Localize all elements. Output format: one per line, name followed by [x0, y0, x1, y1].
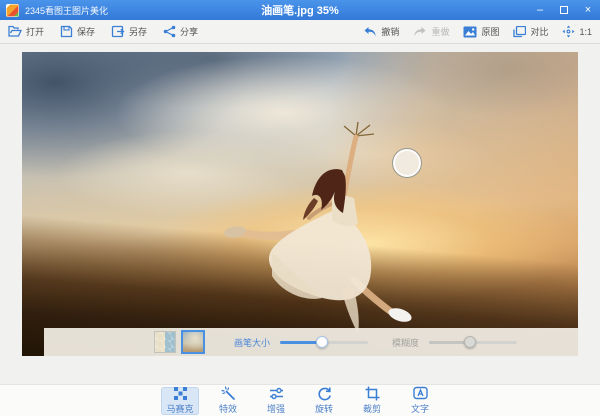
app-window: 2345看图王图片美化 油画笔.jpg 35% – × 打开 保存 另存 分享 [0, 0, 600, 416]
blur-amount-group: 模糊度 [392, 336, 517, 349]
zoom-actual-size-button[interactable]: 1:1 [562, 25, 592, 38]
brush-size-group: 画笔大小 [234, 336, 368, 349]
original-image-icon [463, 26, 477, 38]
rotate-icon [317, 386, 332, 401]
tab-rotate[interactable]: 旋转 [305, 387, 343, 415]
maximize-button[interactable] [552, 0, 576, 20]
dancer-figure [22, 52, 578, 356]
close-button[interactable]: × [576, 0, 600, 20]
toolbar-right-group: 撤销 重做 原图 对比 1:1 [349, 25, 592, 38]
tab-mosaic[interactable]: 马赛克 [161, 387, 199, 415]
tab-rotate-label: 旋转 [315, 402, 333, 415]
compare-windows-icon [513, 26, 526, 38]
blur-amount-label: 模糊度 [392, 336, 419, 349]
photo-oil-painting[interactable]: 画笔大小 模糊度 [22, 52, 578, 356]
brush-size-slider[interactable] [280, 341, 368, 344]
folder-open-icon [8, 25, 22, 38]
share-button[interactable]: 分享 [163, 25, 198, 38]
crop-icon [365, 386, 380, 401]
magic-wand-icon [221, 386, 236, 401]
undo-label: 撤销 [381, 25, 399, 38]
redo-button[interactable]: 重做 [413, 25, 449, 38]
original-label: 原图 [481, 25, 499, 38]
blur-amount-slider [429, 341, 517, 344]
tab-crop[interactable]: 裁剪 [353, 387, 391, 415]
mosaic-brush-cursor[interactable] [392, 148, 422, 178]
compare-button[interactable]: 对比 [513, 25, 548, 38]
tab-effects-label: 特效 [219, 402, 237, 415]
redo-label: 重做 [431, 25, 449, 38]
share-icon [163, 25, 176, 38]
save-as-button[interactable]: 另存 [111, 25, 147, 38]
brush-size-label: 画笔大小 [234, 336, 270, 349]
tab-text-label: 文字 [411, 402, 429, 415]
canvas-area: 画笔大小 模糊度 [0, 44, 600, 384]
pan-arrows-icon [562, 25, 575, 38]
save-icon [60, 25, 73, 38]
undo-button[interactable]: 撤销 [363, 25, 399, 38]
tab-effects[interactable]: 特效 [209, 387, 247, 415]
blur-brush-thumbnail[interactable] [181, 330, 205, 354]
save-button[interactable]: 保存 [60, 25, 95, 38]
tab-text[interactable]: 文字 [401, 387, 439, 415]
brush-settings-panel: 画笔大小 模糊度 [44, 328, 578, 356]
brush-size-slider-thumb[interactable] [316, 336, 328, 348]
save-as-label: 另存 [129, 25, 147, 38]
save-as-icon [111, 25, 125, 38]
document-title: 油画笔.jpg 35% [0, 2, 600, 18]
mosaic-icon [173, 386, 188, 401]
save-label: 保存 [77, 25, 95, 38]
blur-amount-slider-thumb [464, 336, 476, 348]
title-bar: 2345看图王图片美化 油画笔.jpg 35% – × [0, 0, 600, 20]
share-label: 分享 [180, 25, 198, 38]
open-label: 打开 [26, 25, 44, 38]
original-view-button[interactable]: 原图 [463, 25, 499, 38]
main-toolbar: 打开 保存 另存 分享 撤销 重做 原图 [0, 20, 600, 44]
text-icon [413, 386, 428, 401]
tab-mosaic-label: 马赛克 [166, 402, 193, 415]
redo-icon [413, 26, 427, 38]
zoom-ratio-label: 1:1 [579, 27, 592, 37]
minimize-button[interactable]: – [528, 0, 552, 20]
mosaic-brush-thumbnail[interactable] [154, 331, 176, 353]
tab-enhance[interactable]: 增强 [257, 387, 295, 415]
compare-label: 对比 [530, 25, 548, 38]
adjust-sliders-icon [269, 386, 284, 401]
tab-enhance-label: 增强 [267, 402, 285, 415]
window-controls: – × [528, 0, 600, 20]
edit-tools-tabbar: 马赛克 特效 增强 旋转 裁剪 文字 [0, 384, 600, 416]
open-button[interactable]: 打开 [8, 25, 44, 38]
undo-icon [363, 26, 377, 38]
tab-crop-label: 裁剪 [363, 402, 381, 415]
maximize-icon [560, 6, 568, 14]
